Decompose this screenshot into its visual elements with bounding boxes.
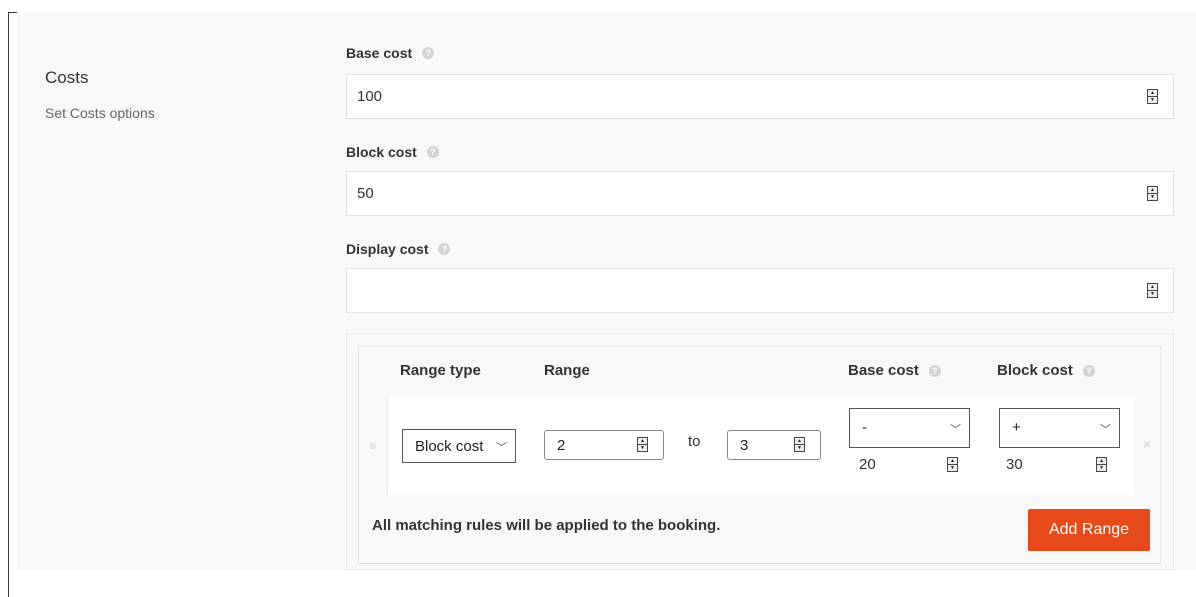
range-block-cost-spinner-icon[interactable]: ▲ ▼ (1096, 457, 1107, 472)
display-cost-label-text: Display cost (346, 241, 429, 257)
block-cost-modifier-value: + (1012, 419, 1021, 436)
display-cost-label: Display cost ? (346, 241, 451, 257)
range-from-value: 2 (557, 436, 566, 454)
range-to-spinner-icon[interactable]: ▲ ▼ (794, 437, 805, 452)
section-description: Set Costs options (45, 105, 155, 121)
range-from-spinner-icon[interactable]: ▲ ▼ (637, 437, 648, 452)
base-cost-modifier-value: - (862, 419, 867, 436)
display-cost-input[interactable] (347, 269, 1127, 312)
chevron-down-icon: ﹀ (1100, 424, 1111, 436)
col-range-type: Range type (400, 362, 481, 379)
drag-handle-icon[interactable]: ≡ (359, 397, 388, 495)
range-to-label: to (688, 433, 701, 450)
range-type-select[interactable]: Block cost ﹀ (402, 429, 516, 463)
range-type-value: Block cost (415, 437, 484, 455)
range-block-cost-value[interactable]: 30 (1006, 456, 1023, 473)
block-cost-spinner-icon[interactable]: ▲ ▼ (1147, 186, 1158, 201)
rules-note: All matching rules will be applied to th… (372, 517, 721, 534)
col-base-cost-label: Base cost (848, 362, 919, 379)
col-range-label: Range (544, 362, 590, 379)
help-icon[interactable]: ? (426, 146, 439, 158)
block-cost-input[interactable] (347, 172, 1127, 215)
help-icon[interactable]: ? (928, 364, 941, 377)
range-base-cost-value[interactable]: 20 (859, 456, 876, 473)
col-range-type-label: Range type (400, 362, 481, 379)
chevron-down-icon: ﹀ (496, 442, 507, 454)
help-icon[interactable]: ? (438, 243, 451, 255)
chevron-down-icon: ﹀ (950, 424, 961, 436)
base-cost-label: Base cost ? (346, 45, 435, 61)
block-cost-label: Block cost ? (346, 144, 439, 160)
base-cost-input[interactable] (347, 75, 1127, 118)
display-cost-field[interactable] (346, 268, 1174, 313)
range-to-input[interactable]: 3 (727, 430, 821, 460)
base-cost-modifier-select[interactable]: - ﹀ (849, 408, 970, 448)
col-range: Range (544, 362, 590, 379)
col-block-cost: Block cost ? (997, 362, 1095, 379)
add-range-button[interactable]: Add Range (1028, 509, 1150, 551)
display-cost-spinner-icon[interactable]: ▲ ▼ (1147, 283, 1158, 298)
block-cost-label-text: Block cost (346, 144, 417, 160)
col-base-cost: Base cost ? (848, 362, 941, 379)
section-title: Costs (45, 68, 89, 87)
base-cost-label-text: Base cost (346, 45, 413, 61)
base-cost-spinner-icon[interactable]: ▲ ▼ (1147, 89, 1158, 104)
range-to-value: 3 (740, 436, 749, 454)
block-cost-modifier-select[interactable]: + ﹀ (999, 408, 1120, 448)
base-cost-field[interactable] (346, 74, 1174, 119)
block-cost-field[interactable] (346, 171, 1174, 216)
help-icon[interactable]: ? (422, 47, 435, 59)
help-icon[interactable]: ? (1082, 364, 1095, 377)
col-block-cost-label: Block cost (997, 362, 1073, 379)
close-icon[interactable]: × (1143, 436, 1151, 452)
range-base-cost-spinner-icon[interactable]: ▲ ▼ (947, 457, 958, 472)
